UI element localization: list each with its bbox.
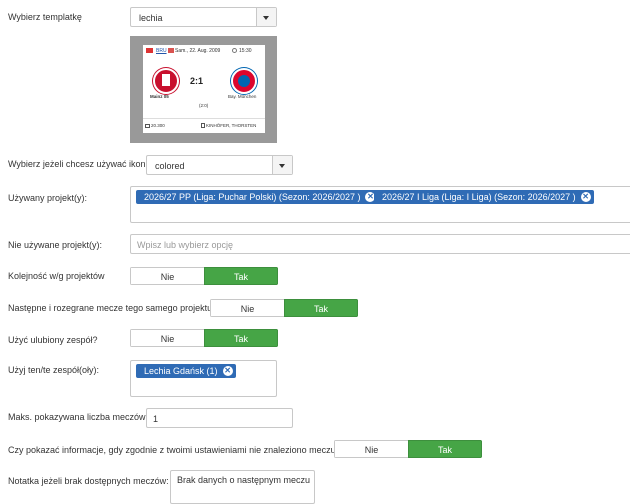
- order-no-button[interactable]: Nie: [130, 267, 204, 285]
- next-played-yes-button[interactable]: Tak: [284, 299, 358, 317]
- teams-field[interactable]: Lechia Gdańsk (1) ✕: [130, 360, 277, 397]
- remove-icon[interactable]: ✕: [222, 366, 233, 376]
- icons-select[interactable]: colored: [146, 155, 293, 175]
- icons-value: colored: [155, 161, 185, 171]
- bayern-crest-icon: [238, 75, 250, 87]
- no-match-info-toggle[interactable]: Nie Tak: [334, 440, 482, 458]
- match-footer: 20.300 KINHÖFER, THORSTEN: [143, 118, 265, 134]
- stadium-icon: [145, 124, 150, 128]
- max-matches-input[interactable]: 1: [146, 408, 293, 428]
- favorite-yes-button[interactable]: Tak: [204, 329, 278, 347]
- max-matches-value: 1: [153, 414, 159, 424]
- match-time: 15:30: [239, 48, 252, 54]
- flag-icon: [146, 48, 153, 53]
- project-chip-label: 2026/27 PP (Liga: Puchar Polski) (Sezon:…: [144, 192, 361, 202]
- project-chip[interactable]: 2026/27 PP (Liga: Puchar Polski) (Sezon:…: [136, 190, 379, 204]
- halftime-score: (2:0): [199, 103, 209, 108]
- project-chip[interactable]: 2026/27 I Liga (Liga: I Liga) (Sezon: 20…: [374, 190, 594, 204]
- favorite-no-button[interactable]: Nie: [130, 329, 204, 347]
- max-matches-label: Maks. pokazywana liczba meczów: [8, 412, 146, 422]
- match-date: Sam., 22. Aug. 2009: [175, 48, 221, 54]
- note-value: Brak danych o następnym meczu: [177, 475, 311, 485]
- next-played-toggle[interactable]: Nie Tak: [210, 299, 358, 317]
- attendance: 20.300: [151, 123, 165, 128]
- unused-projects-input[interactable]: Wpisz lub wybierz opcję: [130, 234, 630, 254]
- team-chip[interactable]: Lechia Gdańsk (1) ✕: [136, 364, 236, 378]
- used-projects-label: Używany projekt(y):: [8, 193, 88, 203]
- unused-projects-placeholder: Wpisz lub wybierz opcję: [137, 240, 234, 250]
- note-label: Notatka jeżeli brak dostępnych meczów:: [8, 476, 169, 486]
- used-projects-field[interactable]: 2026/27 PP (Liga: Puchar Polski) (Sezon:…: [130, 186, 630, 223]
- teams-label: Użyj ten/te zespół(oły):: [8, 365, 100, 375]
- remove-icon[interactable]: ✕: [580, 192, 591, 202]
- template-label: Wybierz templatkę: [8, 12, 82, 22]
- away-team-name: Bay. München: [228, 94, 257, 99]
- note-textarea[interactable]: Brak danych o następnym meczu: [170, 470, 315, 504]
- icons-label: Wybierz jeżeli chcesz używać ikon: [8, 159, 146, 169]
- next-played-no-button[interactable]: Nie: [210, 299, 284, 317]
- no-match-info-yes-button[interactable]: Tak: [408, 440, 482, 458]
- match-score: 2:1: [190, 76, 204, 86]
- no-match-info-label: Czy pokazać informacje, gdy zgodnie z tw…: [8, 445, 341, 455]
- favorite-label: Użyć ulubiony zespół?: [8, 335, 98, 345]
- unused-projects-label: Nie używane projekt(y):: [8, 240, 103, 250]
- league-link: BRU: [156, 48, 167, 54]
- referee-name: KINHÖFER, THORSTEN: [206, 123, 257, 128]
- team-chip-label: Lechia Gdańsk (1): [144, 366, 218, 376]
- home-team-logo: [153, 68, 179, 94]
- favorite-toggle[interactable]: Nie Tak: [130, 329, 278, 347]
- next-played-label: Następne i rozegrane mecze tego samego p…: [8, 303, 213, 313]
- chevron-down-icon[interactable]: [256, 8, 276, 26]
- match-card: BRU Sam., 22. Aug. 2009 15:30 2:1 Mainz …: [143, 45, 265, 133]
- clock-icon: [232, 48, 237, 53]
- order-toggle[interactable]: Nie Tak: [130, 267, 278, 285]
- template-select[interactable]: lechia: [130, 7, 277, 27]
- no-match-info-no-button[interactable]: Nie: [334, 440, 408, 458]
- match-header: BRU Sam., 22. Aug. 2009 15:30: [143, 45, 265, 56]
- calendar-icon: [168, 48, 174, 53]
- order-label: Kolejność w/g projektów: [8, 271, 105, 281]
- order-yes-button[interactable]: Tak: [204, 267, 278, 285]
- referee-icon: [201, 123, 205, 128]
- template-value: lechia: [139, 13, 163, 23]
- away-team-logo: [231, 68, 257, 94]
- template-preview: BRU Sam., 22. Aug. 2009 15:30 2:1 Mainz …: [130, 36, 277, 143]
- chevron-down-icon[interactable]: [272, 156, 292, 174]
- mainz-crest-icon: [162, 74, 170, 86]
- home-team-name: Mainz 05: [150, 94, 169, 99]
- project-chip-label: 2026/27 I Liga (Liga: I Liga) (Sezon: 20…: [382, 192, 576, 202]
